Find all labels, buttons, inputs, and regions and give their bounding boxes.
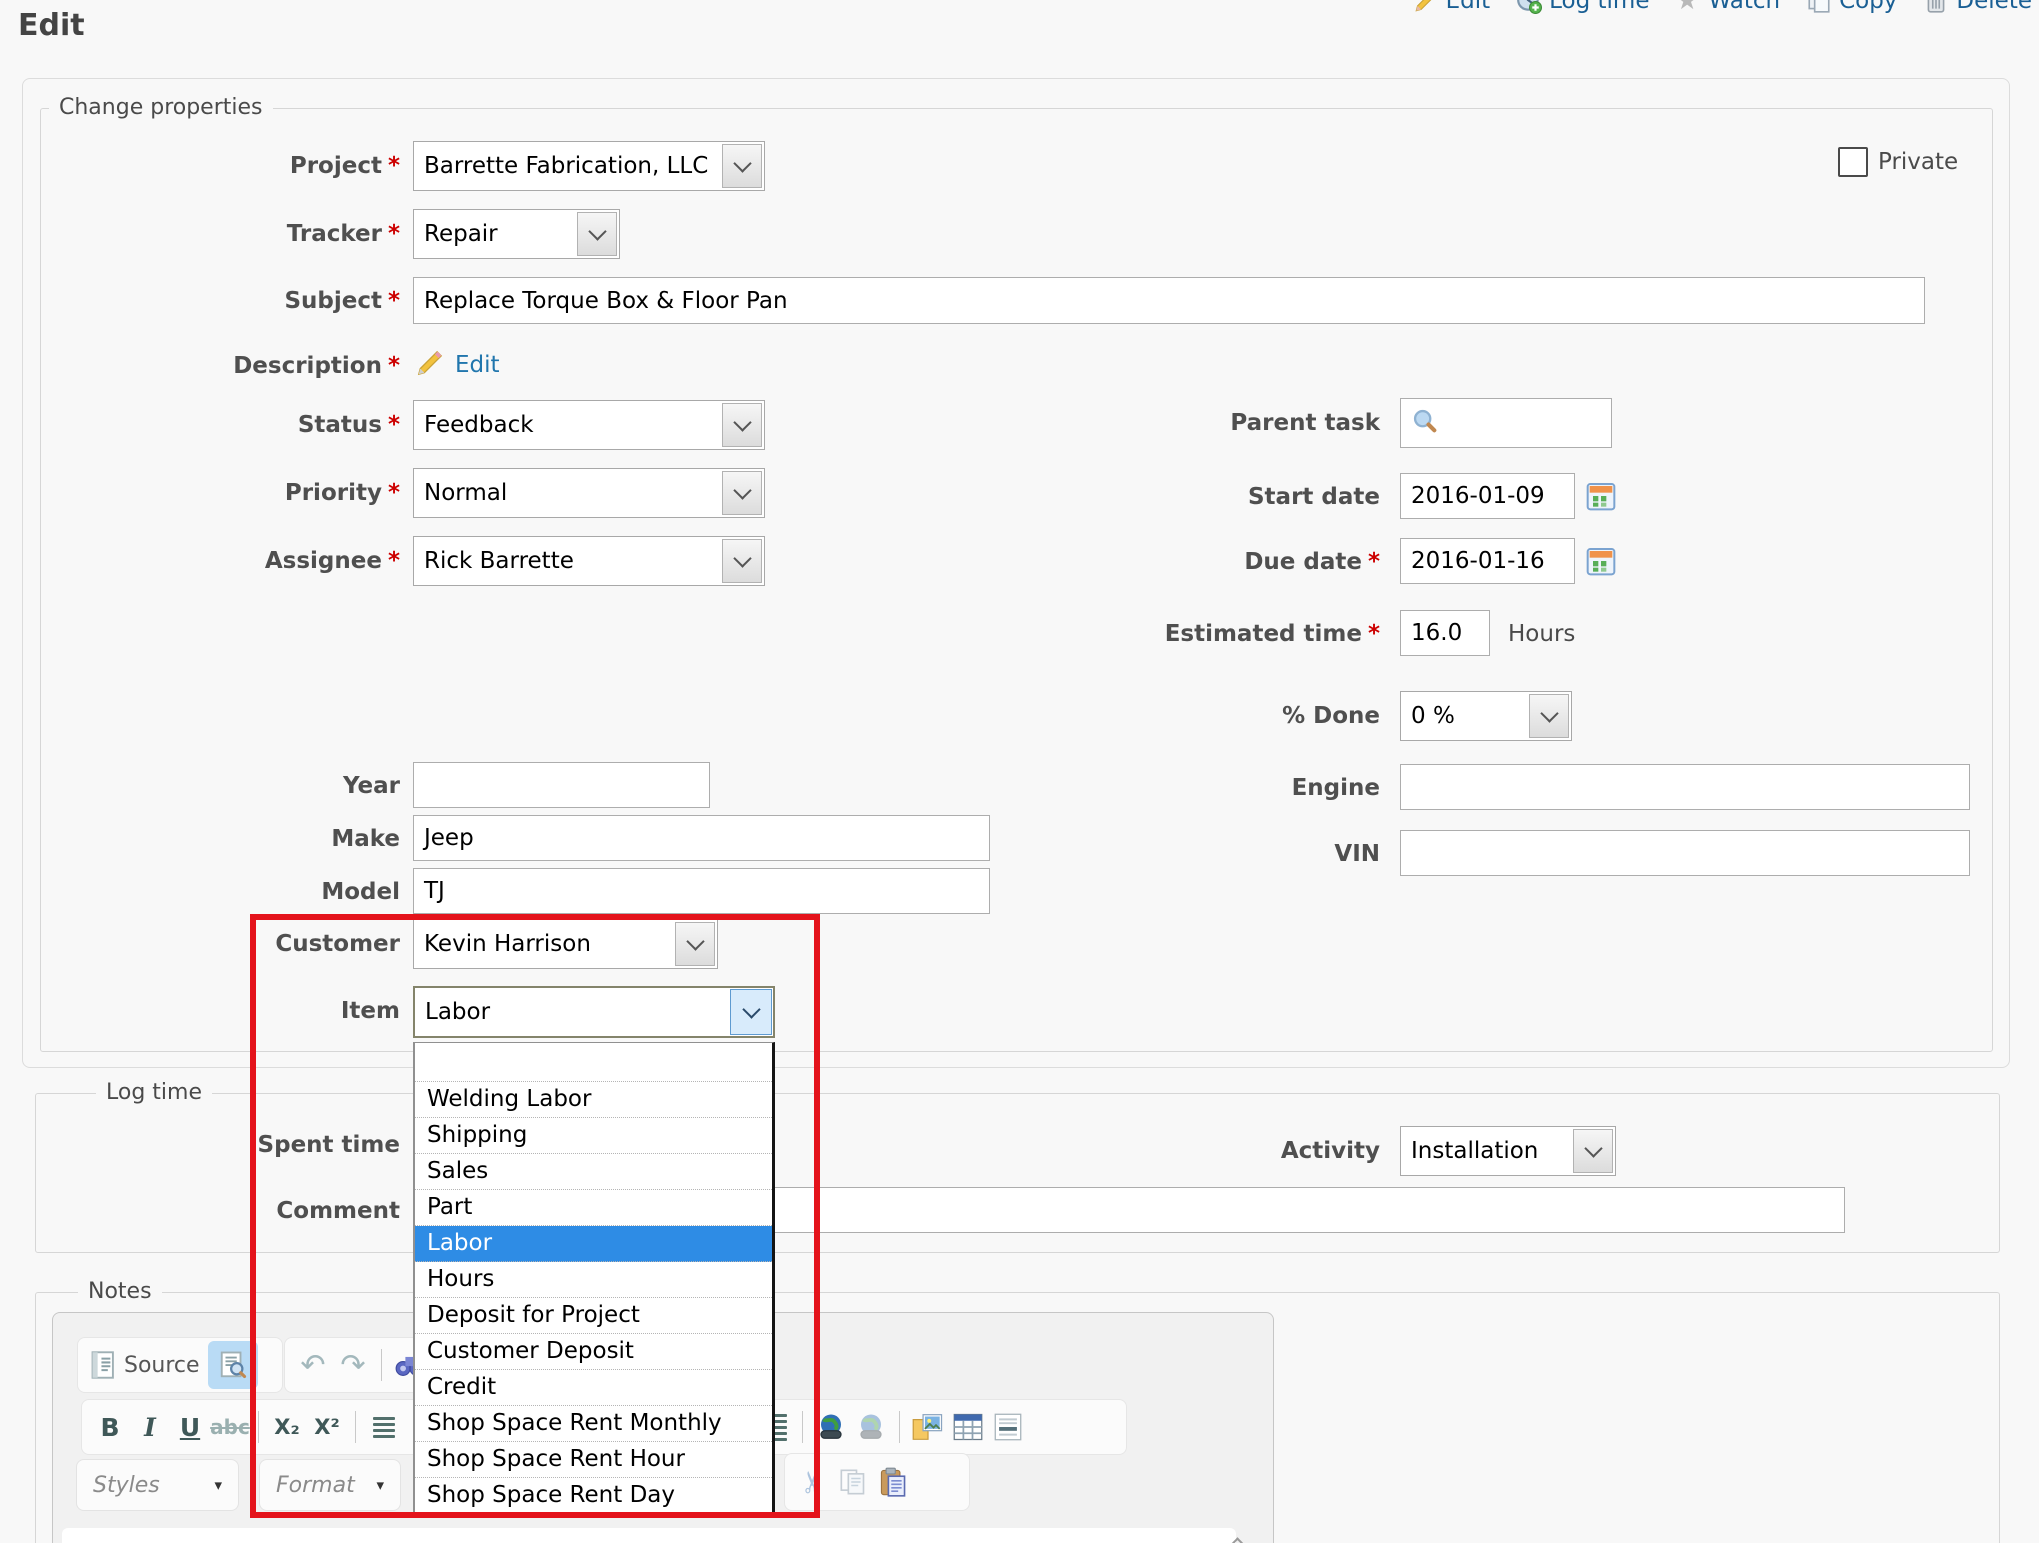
delete-action[interactable]: Delete: [1923, 0, 2032, 14]
copy-action-label: Copy: [1839, 0, 1897, 14]
subject-input[interactable]: Replace Torque Box & Floor Pan: [413, 277, 1925, 324]
log-time-action[interactable]: Log time: [1516, 0, 1649, 14]
chevron-down-icon[interactable]: [1573, 1129, 1613, 1173]
estimated-time-suffix: Hours: [1508, 621, 1575, 647]
model-input[interactable]: TJ: [413, 868, 990, 914]
activity-select[interactable]: Installation: [1400, 1126, 1616, 1176]
chevron-down-icon[interactable]: [577, 212, 617, 256]
watch-action-label: Watch: [1708, 0, 1780, 14]
chevron-down-icon[interactable]: [722, 539, 762, 583]
underline-icon[interactable]: U: [170, 1405, 210, 1449]
source-doc-icon: [84, 1343, 124, 1387]
magnifier-icon: [1411, 407, 1439, 441]
assignee-label: Assignee*: [60, 548, 400, 574]
edit-action-label: Edit: [1446, 0, 1491, 14]
edit-action[interactable]: Edit: [1413, 0, 1491, 14]
copy-icon: [1806, 0, 1832, 14]
status-label: Status*: [60, 412, 400, 438]
description-edit-link[interactable]: Edit: [455, 352, 500, 378]
image-icon[interactable]: [908, 1405, 948, 1449]
pencil-icon: [415, 348, 445, 382]
private-label: Private: [1878, 149, 1958, 175]
private-checkbox[interactable]: [1838, 147, 1868, 177]
insert-hr-icon[interactable]: [988, 1405, 1028, 1449]
due-date-input[interactable]: 2016-01-16: [1400, 538, 1575, 584]
clock-add-icon: [1516, 0, 1542, 14]
change-properties-legend: Change properties: [49, 95, 273, 120]
year-input[interactable]: [413, 762, 710, 808]
year-label: Year: [60, 773, 400, 799]
engine-label: Engine: [1040, 775, 1380, 801]
project-select[interactable]: Barrette Fabrication, LLC: [413, 141, 765, 191]
activity-label: Activity: [1040, 1138, 1380, 1164]
make-input[interactable]: Jeep: [413, 815, 990, 861]
chevron-down-icon[interactable]: [722, 144, 762, 188]
issue-edit-page: Edit Log time ★ Watch Copy Delete Edit C…: [0, 0, 2039, 1543]
status-select[interactable]: Feedback: [413, 400, 765, 450]
assignee-select[interactable]: Rick Barrette: [413, 536, 765, 586]
start-date-label: Start date: [1040, 484, 1380, 510]
source-button[interactable]: Source: [124, 1353, 200, 1378]
editor-content-area[interactable]: [62, 1528, 1236, 1543]
scroll-up-icon[interactable]: [1222, 1528, 1252, 1543]
unlink-icon[interactable]: [851, 1405, 891, 1449]
chevron-down-icon[interactable]: [722, 471, 762, 515]
chevron-down-icon[interactable]: [1529, 694, 1569, 738]
tracker-select[interactable]: Repair: [413, 209, 620, 259]
watch-action[interactable]: ★ Watch: [1675, 0, 1780, 14]
calendar-icon[interactable]: [1585, 480, 1617, 516]
priority-label: Priority*: [60, 480, 400, 506]
paste-icon[interactable]: [873, 1460, 913, 1504]
estimated-time-input[interactable]: 16.0: [1400, 610, 1490, 656]
estimated-time-label: Estimated time*: [1040, 621, 1380, 647]
engine-input[interactable]: [1400, 764, 1970, 810]
vin-input[interactable]: [1400, 830, 1970, 876]
parent-task-label: Parent task: [1040, 410, 1380, 436]
copy-pages-icon[interactable]: [833, 1460, 873, 1504]
model-label: Model: [60, 879, 400, 905]
parent-task-input[interactable]: [1400, 398, 1612, 448]
notes-legend: Notes: [78, 1279, 162, 1304]
make-label: Make: [60, 826, 400, 852]
start-date-input[interactable]: 2016-01-09: [1400, 473, 1575, 519]
strikethrough-icon[interactable]: abc: [210, 1405, 250, 1449]
project-label: Project*: [60, 153, 400, 179]
italic-icon[interactable]: I: [130, 1405, 170, 1449]
vin-label: VIN: [1040, 841, 1380, 867]
calendar-icon[interactable]: [1585, 545, 1617, 581]
table-icon[interactable]: [948, 1405, 988, 1449]
chevron-down-icon[interactable]: [722, 403, 762, 447]
annotation-rectangle: [250, 914, 820, 1518]
page-title: Edit: [18, 8, 85, 43]
due-date-label: Due date*: [1040, 549, 1380, 575]
delete-action-label: Delete: [1956, 0, 2032, 14]
bold-icon[interactable]: B: [90, 1405, 130, 1449]
star-icon: ★: [1675, 0, 1701, 14]
pencil-icon: [1413, 0, 1439, 14]
description-label: Description*: [60, 353, 400, 379]
percent-done-select[interactable]: 0 %: [1400, 691, 1572, 741]
percent-done-label: % Done: [1040, 703, 1380, 729]
styles-combo[interactable]: Styles▾: [76, 1459, 239, 1511]
context-action-bar: Edit Log time ★ Watch Copy Delete: [1413, 0, 2032, 17]
trash-icon: [1923, 0, 1949, 14]
subject-label: Subject*: [60, 288, 400, 314]
change-properties-fieldset: Change properties: [40, 108, 1993, 1052]
tracker-label: Tracker*: [60, 221, 400, 247]
log-time-legend: Log time: [96, 1080, 212, 1105]
log-time-action-label: Log time: [1549, 0, 1649, 14]
combo-arrow-icon: ▾: [214, 1476, 222, 1494]
priority-select[interactable]: Normal: [413, 468, 765, 518]
copy-action[interactable]: Copy: [1806, 0, 1897, 14]
